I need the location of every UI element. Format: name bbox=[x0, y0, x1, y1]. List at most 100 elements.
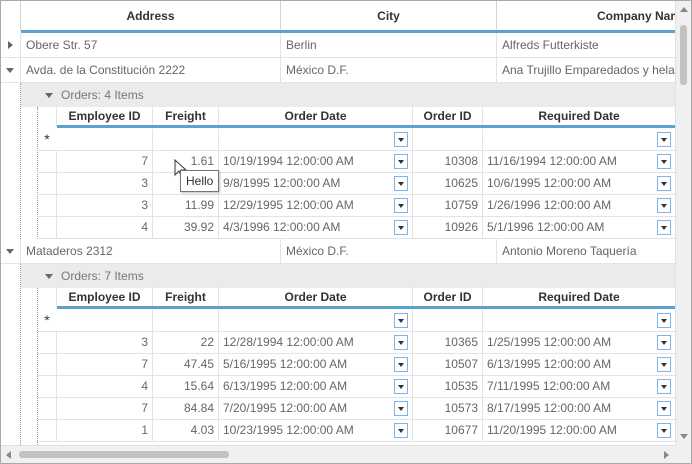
chevron-down-icon[interactable] bbox=[657, 132, 671, 147]
cell-required-date[interactable]: 8/17/1995 12:00:00 AM bbox=[487, 401, 611, 415]
cell-order-id[interactable]: 10365 bbox=[413, 332, 483, 353]
table-row[interactable]: 3 11.99 12/29/1995 12:00:00 AM 10759 1/2… bbox=[37, 195, 675, 217]
cell-required-date[interactable]: 6/13/1995 12:00:00 AM bbox=[487, 357, 611, 371]
cell-freight[interactable]: 84.84 bbox=[153, 398, 219, 419]
cell-order-date[interactable]: 10/19/1994 12:00:00 AM bbox=[223, 154, 354, 168]
chevron-down-icon[interactable] bbox=[657, 220, 671, 235]
cell-order-id[interactable]: 10759 bbox=[413, 195, 483, 216]
table-row[interactable]: Obere Str. 57 Berlin Alfreds Futterkiste bbox=[1, 33, 675, 58]
chevron-down-icon[interactable] bbox=[657, 423, 671, 438]
cell-company[interactable]: Alfreds Futterkiste bbox=[497, 33, 675, 57]
cell-company[interactable]: Ana Trujillo Emparedados y helados bbox=[497, 58, 675, 82]
chevron-down-icon[interactable] bbox=[394, 313, 408, 328]
column-header-order-id[interactable]: Order ID bbox=[413, 105, 483, 127]
cell-required-date[interactable]: 11/20/1995 12:00:00 AM bbox=[487, 423, 617, 437]
cell-city[interactable]: México D.F. bbox=[281, 58, 497, 82]
table-row[interactable]: 7 84.84 7/20/1995 12:00:00 AM 10573 8/17… bbox=[37, 398, 675, 420]
table-row[interactable]: 1 4.03 10/23/1995 12:00:00 AM 10677 11/2… bbox=[37, 420, 675, 442]
cell-employee-id[interactable]: 7 bbox=[57, 151, 153, 172]
cell-freight[interactable]: 11.99 bbox=[153, 195, 219, 216]
cell-required-date[interactable]: 1/25/1995 12:00:00 AM bbox=[487, 335, 611, 349]
column-header-address[interactable]: Address bbox=[21, 1, 281, 31]
chevron-down-icon[interactable] bbox=[394, 198, 408, 213]
chevron-down-icon[interactable] bbox=[657, 379, 671, 394]
column-header-city[interactable]: City bbox=[281, 1, 497, 31]
chevron-down-icon[interactable] bbox=[394, 357, 408, 372]
cell-freight[interactable]: 39.92 bbox=[153, 217, 219, 238]
cell-employee-id[interactable]: 7 bbox=[57, 398, 153, 419]
table-row[interactable]: 3 22 12/28/1994 12:00:00 AM 10365 1/25/1… bbox=[37, 332, 675, 354]
cell-city[interactable]: México D.F. bbox=[281, 239, 497, 263]
chevron-down-icon[interactable] bbox=[394, 401, 408, 416]
table-row[interactable]: 3 9/8/1995 12:00:00 AM 10625 10/6/1995 1… bbox=[37, 173, 675, 195]
cell-order-id[interactable]: 10573 bbox=[413, 398, 483, 419]
column-header-order-date[interactable]: Order Date bbox=[219, 105, 413, 127]
cell-address[interactable]: Mataderos 2312 bbox=[21, 239, 281, 263]
cell-city[interactable]: Berlin bbox=[281, 33, 497, 57]
cell-address[interactable]: Obere Str. 57 bbox=[21, 33, 281, 57]
chevron-down-icon[interactable] bbox=[657, 176, 671, 191]
chevron-down-icon[interactable] bbox=[657, 401, 671, 416]
cell-required-date[interactable]: 5/1/1996 12:00:00 AM bbox=[487, 220, 604, 234]
cell-company[interactable]: Antonio Moreno Taquería bbox=[497, 239, 675, 263]
scroll-left-icon[interactable] bbox=[6, 451, 11, 459]
cell-employee-id[interactable]: 1 bbox=[57, 420, 153, 441]
cell-order-id[interactable]: 10625 bbox=[413, 173, 483, 194]
collapse-toggle[interactable] bbox=[1, 239, 21, 263]
table-row[interactable]: Avda. de la Constitución 2222 México D.F… bbox=[1, 58, 675, 83]
table-row[interactable]: 7 47.45 5/16/1995 12:00:00 AM 10507 6/13… bbox=[37, 354, 675, 376]
cell-freight[interactable]: 22 bbox=[153, 332, 219, 353]
scroll-up-icon[interactable] bbox=[680, 7, 688, 12]
column-header-company[interactable]: Company Name bbox=[497, 1, 677, 31]
cell-order-date[interactable]: 12/28/1994 12:00:00 AM bbox=[223, 335, 354, 349]
cell-order-date[interactable]: 5/16/1995 12:00:00 AM bbox=[223, 357, 347, 371]
cell-freight[interactable]: 47.45 bbox=[153, 354, 219, 375]
expand-toggle[interactable] bbox=[1, 33, 21, 57]
table-row[interactable]: Mataderos 2312 México D.F. Antonio Moren… bbox=[1, 239, 675, 264]
chevron-down-icon[interactable] bbox=[657, 335, 671, 350]
column-header-required-date[interactable]: Required Date bbox=[483, 105, 675, 127]
column-header-order-date[interactable]: Order Date bbox=[219, 286, 413, 308]
column-header-freight[interactable]: Freight bbox=[153, 286, 219, 308]
collapse-toggle[interactable] bbox=[1, 58, 21, 82]
cell-employee-id[interactable]: 4 bbox=[57, 376, 153, 397]
cell-required-date[interactable]: 11/16/1994 12:00:00 AM bbox=[487, 154, 617, 168]
chevron-down-icon[interactable] bbox=[394, 132, 408, 147]
cell-freight[interactable]: 15.64 bbox=[153, 376, 219, 397]
cell-order-id[interactable]: 10926 bbox=[413, 217, 483, 238]
cell-order-date[interactable]: 7/20/1995 12:00:00 AM bbox=[223, 401, 347, 415]
new-row[interactable]: * bbox=[37, 129, 675, 151]
chevron-down-icon[interactable] bbox=[394, 154, 408, 169]
cell-order-id[interactable]: 10308 bbox=[413, 151, 483, 172]
horizontal-scrollbar[interactable] bbox=[1, 445, 675, 463]
cell-order-id[interactable]: 10535 bbox=[413, 376, 483, 397]
scroll-right-icon[interactable] bbox=[664, 451, 669, 459]
cell-order-date[interactable]: 6/13/1995 12:00:00 AM bbox=[223, 379, 347, 393]
vertical-scroll-thumb[interactable] bbox=[680, 25, 687, 85]
cell-order-date[interactable]: 10/23/1995 12:00:00 AM bbox=[223, 423, 354, 437]
column-header-employee-id[interactable]: Employee ID bbox=[57, 286, 153, 308]
cell-employee-id[interactable]: 3 bbox=[57, 173, 153, 194]
chevron-down-icon[interactable] bbox=[394, 423, 408, 438]
chevron-down-icon[interactable] bbox=[394, 335, 408, 350]
table-row[interactable]: 4 15.64 6/13/1995 12:00:00 AM 10535 7/11… bbox=[37, 376, 675, 398]
group-header[interactable]: Orders: 4 Items bbox=[21, 83, 675, 107]
cell-order-date[interactable]: 9/8/1995 12:00:00 AM bbox=[223, 176, 340, 190]
group-header[interactable]: Orders: 7 Items bbox=[21, 264, 675, 288]
cell-address[interactable]: Avda. de la Constitución 2222 bbox=[21, 58, 281, 82]
chevron-down-icon[interactable] bbox=[657, 154, 671, 169]
cell-employee-id[interactable]: 4 bbox=[57, 217, 153, 238]
column-header-order-id[interactable]: Order ID bbox=[413, 286, 483, 308]
table-row[interactable]: 7 1.61 10/19/1994 12:00:00 AM 10308 11/1… bbox=[37, 151, 675, 173]
column-header-freight[interactable]: Freight bbox=[153, 105, 219, 127]
cell-order-date[interactable]: 4/3/1996 12:00:00 AM bbox=[223, 220, 340, 234]
cell-order-id[interactable]: 10677 bbox=[413, 420, 483, 441]
column-header-required-date[interactable]: Required Date bbox=[483, 286, 675, 308]
horizontal-scroll-thumb[interactable] bbox=[19, 451, 229, 458]
chevron-down-icon[interactable] bbox=[394, 176, 408, 191]
chevron-down-icon[interactable] bbox=[657, 313, 671, 328]
cell-required-date[interactable]: 1/26/1996 12:00:00 AM bbox=[487, 198, 611, 212]
scroll-down-icon[interactable] bbox=[680, 434, 688, 439]
chevron-down-icon[interactable] bbox=[657, 357, 671, 372]
new-row[interactable]: * bbox=[37, 310, 675, 332]
